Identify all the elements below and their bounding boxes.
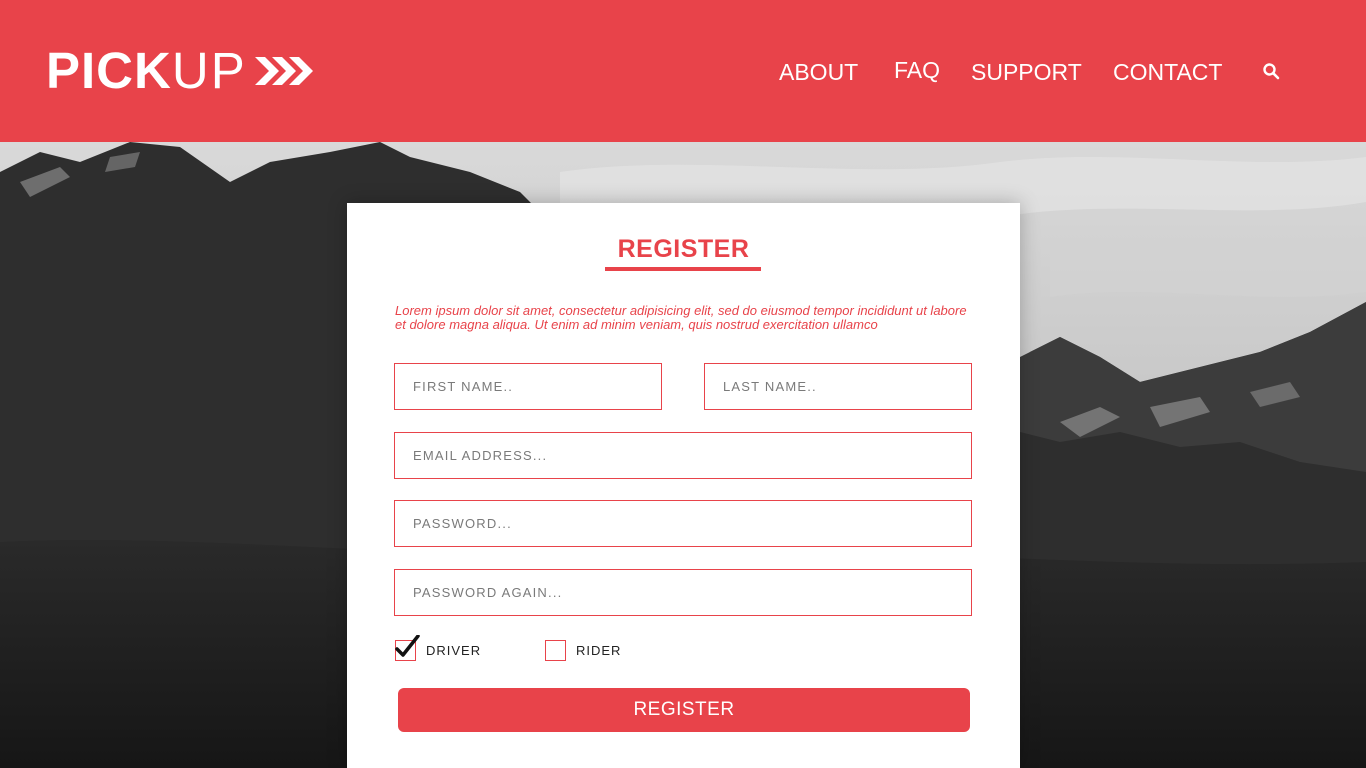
password-field: [394, 500, 972, 547]
double-chevron-icon: [254, 57, 313, 85]
driver-checkbox[interactable]: [395, 635, 420, 661]
logo-text-light: UP: [171, 42, 247, 99]
first-name-field: [394, 363, 662, 410]
pickup-logo[interactable]: PICK UP: [46, 42, 313, 99]
password-input[interactable]: [395, 501, 971, 546]
email-input[interactable]: [395, 433, 971, 478]
password-again-field: [394, 569, 972, 616]
nav-support[interactable]: SUPPORT: [971, 59, 1082, 86]
register-button[interactable]: REGISTER: [398, 688, 970, 732]
intro-text: Lorem ipsum dolor sit amet, consectetur …: [395, 303, 967, 332]
first-name-input[interactable]: [395, 364, 661, 409]
search-icon[interactable]: [1262, 62, 1280, 80]
logo-text-bold: PICK: [46, 42, 172, 99]
register-title: REGISTER: [617, 235, 750, 263]
driver-label: DRIVER: [426, 643, 482, 658]
nav-about[interactable]: ABOUT: [779, 59, 858, 86]
top-header: PICK UP ABOUT FAQ SUPPORT CONTACT: [0, 0, 1366, 142]
last-name-input[interactable]: [705, 364, 971, 409]
nav-contact[interactable]: CONTACT: [1113, 59, 1222, 86]
password-again-input[interactable]: [395, 570, 971, 615]
rider-label: RIDER: [576, 643, 622, 658]
email-field: [394, 432, 972, 479]
checkmark-icon: [395, 635, 420, 657]
register-card: REGISTER Lorem ipsum dolor sit amet, con…: [347, 203, 1020, 768]
nav-faq[interactable]: FAQ: [894, 57, 940, 84]
title-underline: [605, 267, 761, 271]
last-name-field: [704, 363, 972, 410]
rider-checkbox[interactable]: [545, 640, 566, 661]
